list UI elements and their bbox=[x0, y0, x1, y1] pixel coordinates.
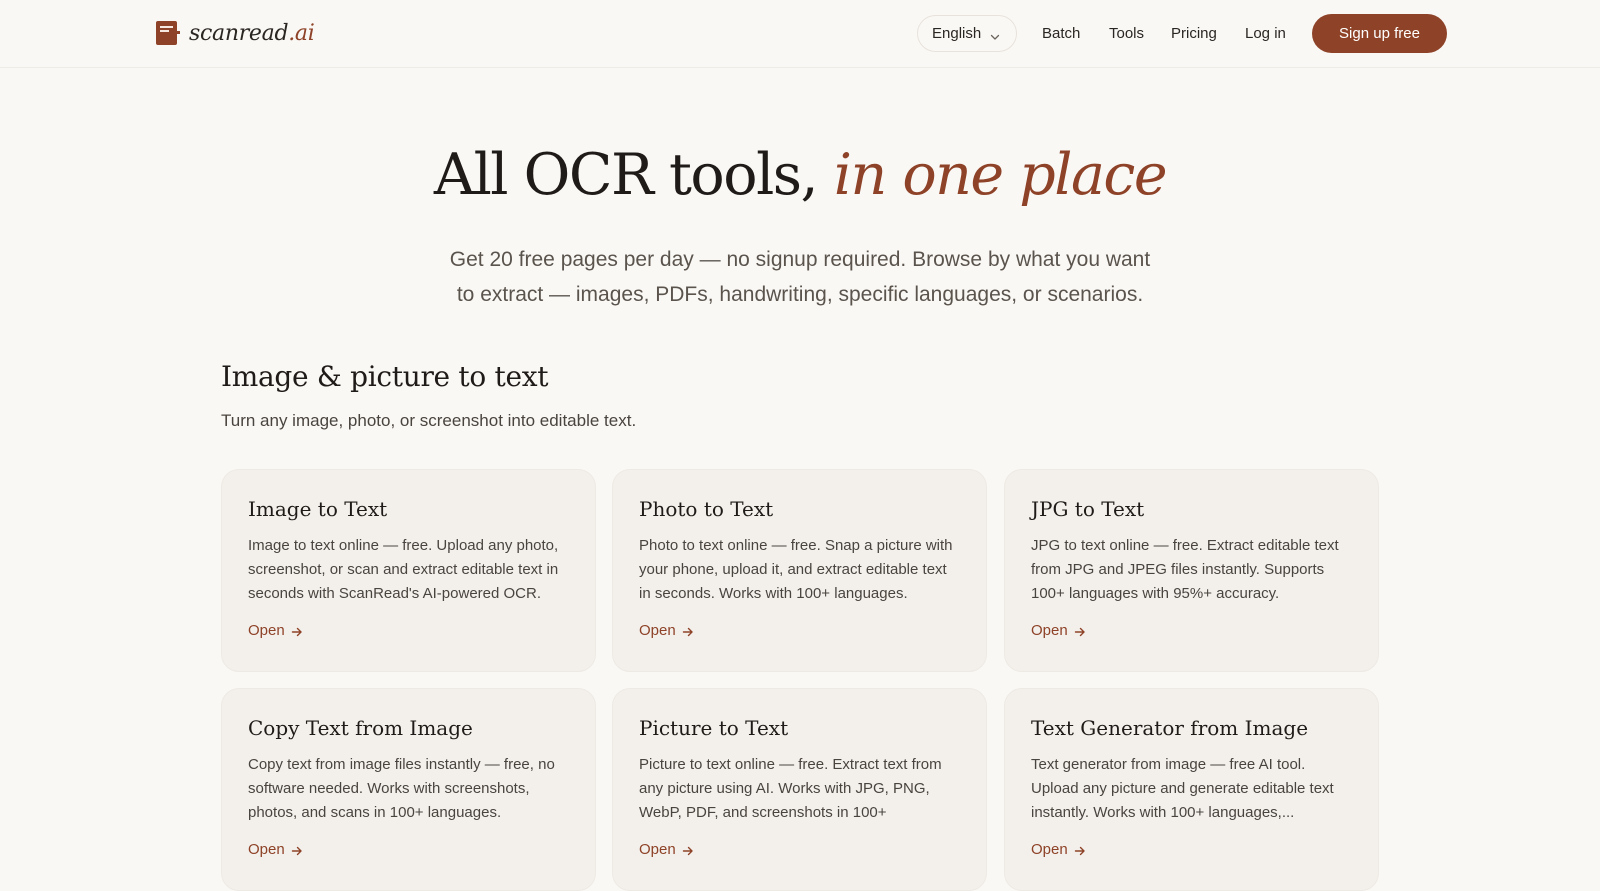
card-title: Text Generator from Image bbox=[1031, 716, 1309, 740]
card-description: Copy text from image files instantly — f… bbox=[248, 756, 555, 821]
card-title: Copy Text from Image bbox=[248, 716, 473, 740]
card-title: Picture to Text bbox=[639, 716, 789, 740]
signup-button[interactable]: Sign up free bbox=[1312, 14, 1447, 53]
page-title-main: All OCR tools, bbox=[433, 142, 834, 208]
card-open-link[interactable]: Open bbox=[1031, 622, 1086, 639]
logo-name-accent: .ai bbox=[288, 20, 315, 46]
section-subtitle: Turn any image, photo, or screenshot int… bbox=[221, 411, 637, 430]
nav-link-tools[interactable]: Tools bbox=[1109, 25, 1144, 42]
card-open-link[interactable]: Open bbox=[1031, 841, 1086, 858]
arrow-right-icon bbox=[291, 625, 303, 637]
language-select-value: English bbox=[932, 25, 982, 42]
tool-card-picture-to-text[interactable]: Picture to Text Picture to text online —… bbox=[612, 688, 987, 891]
tool-card-photo-to-text[interactable]: Photo to Text Photo to text online — fre… bbox=[612, 469, 987, 672]
arrow-right-icon bbox=[1074, 625, 1086, 637]
nav-link-login[interactable]: Log in bbox=[1245, 25, 1286, 42]
card-open-label: Open bbox=[1031, 841, 1068, 858]
logo-name-main: scanread bbox=[189, 20, 289, 46]
chevron-down-icon bbox=[990, 29, 1000, 40]
nav-link-batch[interactable]: Batch bbox=[1042, 25, 1080, 42]
card-description: Text generator from image — free AI tool… bbox=[1031, 756, 1334, 821]
arrow-right-icon bbox=[1074, 844, 1086, 856]
logo-link[interactable]: scanread.ai bbox=[156, 20, 315, 46]
nav-link-pricing[interactable]: Pricing bbox=[1171, 25, 1217, 42]
logo-wordmark: scanread.ai bbox=[189, 20, 315, 46]
card-open-link[interactable]: Open bbox=[639, 622, 694, 639]
arrow-right-icon bbox=[682, 625, 694, 637]
page-title: All OCR tools, in one place bbox=[0, 142, 1600, 208]
card-title: Photo to Text bbox=[639, 497, 774, 521]
card-description: Image to text online — free. Upload any … bbox=[248, 537, 559, 602]
arrow-right-icon bbox=[682, 844, 694, 856]
tool-card-copy-text-from-image[interactable]: Copy Text from Image Copy text from imag… bbox=[221, 688, 596, 891]
tool-card-text-generator-from-image[interactable]: Text Generator from Image Text generator… bbox=[1004, 688, 1379, 891]
language-select[interactable]: English bbox=[917, 15, 1017, 52]
card-open-label: Open bbox=[1031, 622, 1068, 639]
card-description: Photo to text online — free. Snap a pict… bbox=[639, 537, 953, 602]
book-icon bbox=[156, 21, 180, 45]
tool-card-jpg-to-text[interactable]: JPG to Text JPG to text online — free. E… bbox=[1004, 469, 1379, 672]
top-nav-bar: scanread.ai English Batch Tools Pricing … bbox=[0, 0, 1600, 68]
arrow-right-icon bbox=[291, 844, 303, 856]
card-open-label: Open bbox=[639, 841, 676, 858]
card-open-link[interactable]: Open bbox=[639, 841, 694, 858]
card-open-link[interactable]: Open bbox=[248, 841, 303, 858]
card-description: Picture to text online — free. Extract t… bbox=[639, 756, 942, 821]
section-title: Image & picture to text bbox=[221, 360, 549, 393]
card-description: JPG to text online — free. Extract edita… bbox=[1031, 537, 1339, 602]
card-open-link[interactable]: Open bbox=[248, 622, 303, 639]
tool-card-image-to-text[interactable]: Image to Text Image to text online — fre… bbox=[221, 469, 596, 672]
card-title: Image to Text bbox=[248, 497, 388, 521]
card-open-label: Open bbox=[248, 622, 285, 639]
card-open-label: Open bbox=[639, 622, 676, 639]
page-subtitle: Get 20 free pages per day — no signup re… bbox=[449, 248, 1151, 306]
card-open-label: Open bbox=[248, 841, 285, 858]
page-title-accent: in one place bbox=[833, 142, 1168, 208]
card-title: JPG to Text bbox=[1031, 497, 1145, 521]
